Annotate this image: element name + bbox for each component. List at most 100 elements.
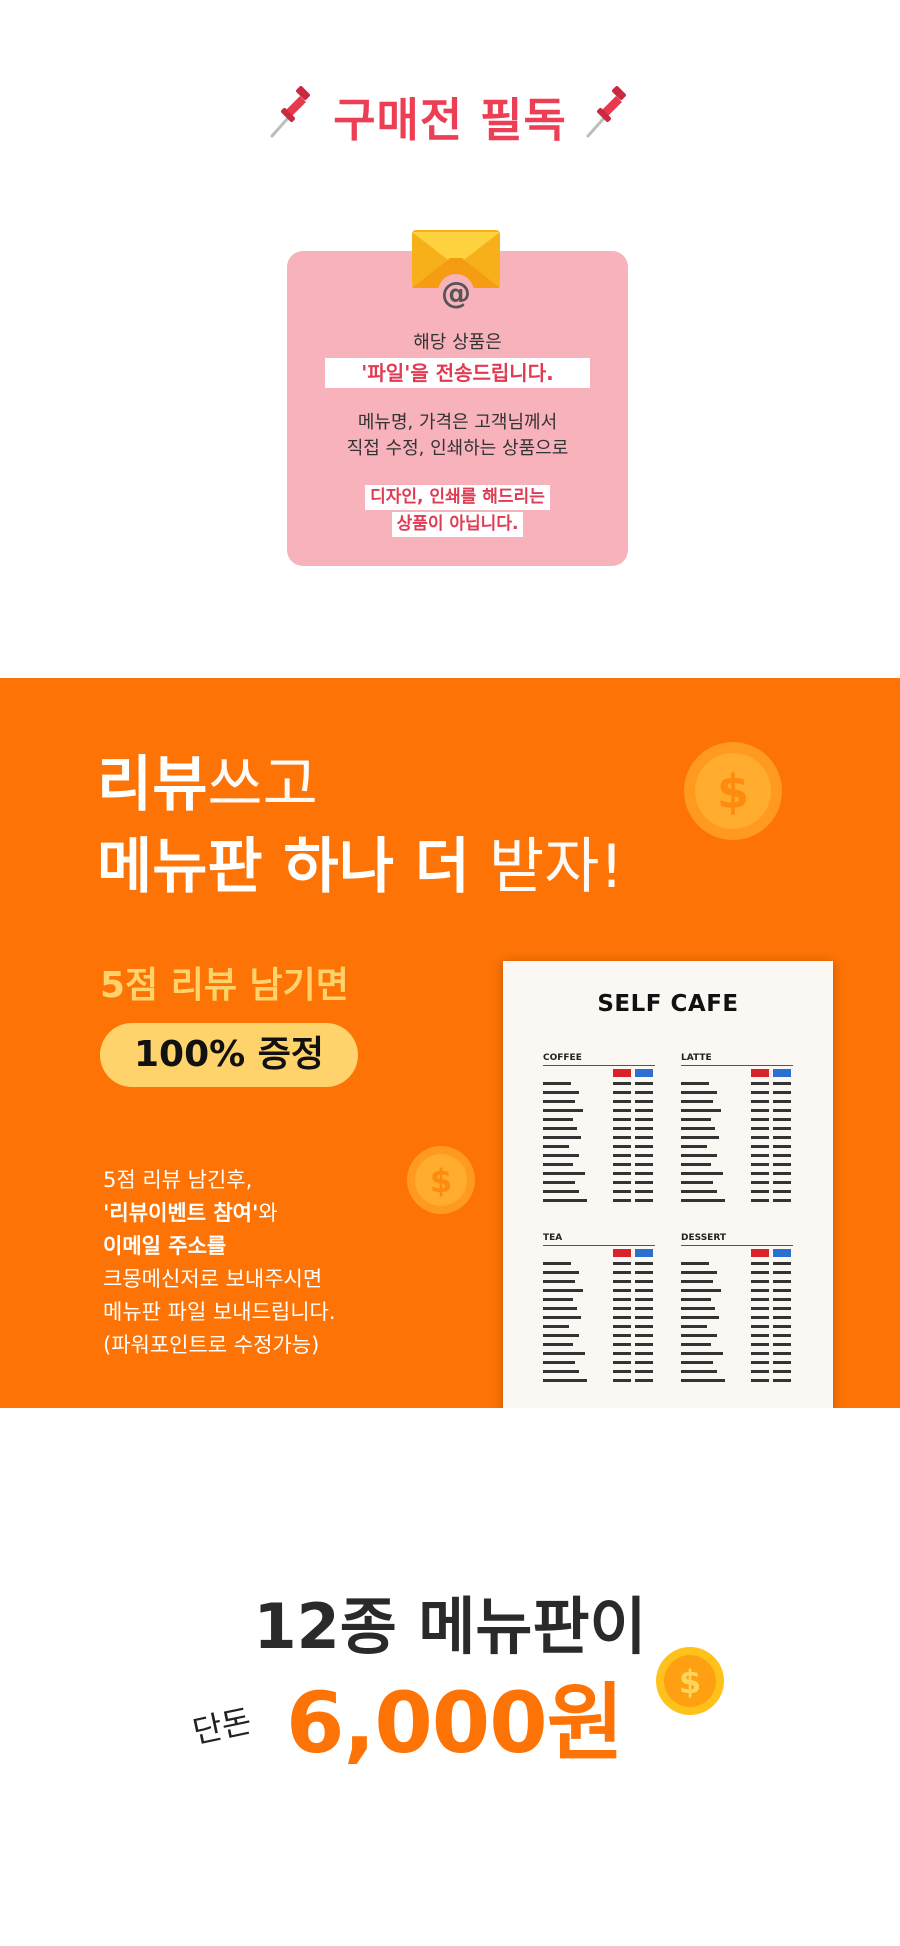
- menu-item-row: [681, 1106, 793, 1115]
- notice-warning: 디자인, 인쇄를 해드리는: [365, 485, 550, 510]
- menu-item-row: [543, 1142, 655, 1151]
- menu-item-row: [543, 1178, 655, 1187]
- price-headline: 12종 메뉴판이: [253, 1590, 647, 1663]
- menu-item-row: [681, 1133, 793, 1142]
- menu-item-row: [543, 1160, 655, 1169]
- menu-item-row: [681, 1151, 793, 1160]
- instruction-line: 와: [258, 1201, 278, 1225]
- price-section: 12종 메뉴판이 단돈 6,000원 $: [0, 1408, 900, 1946]
- menu-item-row: [543, 1286, 655, 1295]
- menu-item-row: [681, 1097, 793, 1106]
- menu-item-row: [543, 1097, 655, 1106]
- notice-section: 구매전 필독 @ 해당 상품은 '파일'을 전송드립니다. 메뉴명, 가격은 고…: [0, 0, 900, 678]
- menu-item-row: [681, 1376, 793, 1385]
- menu-item-row: [543, 1151, 655, 1160]
- menu-item-row: [681, 1187, 793, 1196]
- review-event-headline: 리뷰쓰고 메뉴판 하나 더 받자!: [97, 744, 624, 908]
- menu-item-row: [681, 1286, 793, 1295]
- notice-line: 메뉴명, 가격은 고객님께서: [357, 412, 558, 433]
- menu-item-row: [681, 1088, 793, 1097]
- dollar-coin-icon: $: [656, 1647, 724, 1715]
- coin-symbol: $: [717, 765, 749, 819]
- menu-item-row: [543, 1277, 655, 1286]
- instruction-emphasis: 이메일 주소를: [103, 1234, 227, 1258]
- notice-highlight: '파일'을 전송드립니다.: [325, 358, 590, 388]
- menu-item-row: [681, 1331, 793, 1340]
- menu-item-row: [681, 1313, 793, 1322]
- menu-item-row: [543, 1259, 655, 1268]
- menu-item-row: [543, 1340, 655, 1349]
- menu-item-row: [543, 1124, 655, 1133]
- menu-section: DESSERT: [681, 1233, 793, 1385]
- price-amount: 6,000원: [286, 1674, 624, 1772]
- menu-item-row: [681, 1277, 793, 1286]
- menu-item-row: [543, 1349, 655, 1358]
- menu-item-row: [681, 1259, 793, 1268]
- menu-item-row: [681, 1079, 793, 1088]
- gift-badge: 100% 증정: [100, 1023, 358, 1087]
- instruction-line: 메뉴판 파일 보내드립니다.: [103, 1300, 336, 1324]
- headline-light: 받자!: [469, 832, 624, 902]
- menu-item-row: [543, 1088, 655, 1097]
- menu-item-row: [681, 1322, 793, 1331]
- review-condition: 5점 리뷰 남기면: [100, 965, 349, 1006]
- menu-item-row: [543, 1304, 655, 1313]
- instruction-line: 크몽메신저로 보내주시면: [103, 1267, 323, 1291]
- review-event-section: 리뷰쓰고 메뉴판 하나 더 받자! $ 5점 리뷰 남기면 100% 증정 $ …: [0, 678, 900, 1408]
- menu-item-row: [681, 1124, 793, 1133]
- headline-bold: 리뷰: [97, 750, 208, 820]
- menu-item-row: [681, 1295, 793, 1304]
- notice-line: 직접 수정, 인쇄하는 상품으로: [346, 438, 569, 459]
- instruction-line: 5점 리뷰 남긴후,: [103, 1168, 253, 1192]
- svg-text:$: $: [679, 1663, 701, 1701]
- email-envelope-icon: @: [412, 230, 500, 311]
- svg-text:@: @: [441, 276, 471, 311]
- menu-section-title: DESSERT: [681, 1233, 793, 1246]
- menu-section-title: TEA: [543, 1233, 655, 1246]
- menu-item-row: [543, 1115, 655, 1124]
- notice-text: 해당 상품은 '파일'을 전송드립니다. 메뉴명, 가격은 고객님께서 직접 수…: [287, 330, 628, 538]
- dollar-coin-icon: $: [407, 1146, 475, 1214]
- dollar-coin-icon: $: [684, 742, 782, 840]
- menu-item-row: [681, 1367, 793, 1376]
- menu-item-row: [543, 1322, 655, 1331]
- menu-item-row: [681, 1178, 793, 1187]
- menu-item-row: [543, 1367, 655, 1376]
- instruction-note: (파워포인트로 수정가능): [103, 1333, 320, 1357]
- svg-text:$: $: [430, 1162, 452, 1200]
- menu-item-row: [543, 1331, 655, 1340]
- menu-board-preview: SELF CAFE COFFEE LATTE TEA DESSERT: [503, 961, 833, 1408]
- menu-section: LATTE: [681, 1053, 793, 1205]
- menu-item-row: [681, 1268, 793, 1277]
- headline-light: 쓰고: [207, 750, 318, 820]
- price-prefix: 단돈: [189, 1701, 255, 1752]
- notice-warning: 상품이 아닙니다.: [391, 512, 524, 537]
- menu-item-row: [681, 1196, 793, 1205]
- notice-title: 구매전 필독: [333, 93, 567, 147]
- menu-item-row: [543, 1106, 655, 1115]
- menu-item-row: [681, 1169, 793, 1178]
- menu-item-row: [681, 1160, 793, 1169]
- menu-item-row: [543, 1295, 655, 1304]
- menu-item-row: [543, 1169, 655, 1178]
- menu-item-row: [543, 1187, 655, 1196]
- menu-item-row: [543, 1358, 655, 1367]
- review-instructions: 5점 리뷰 남긴후, '리뷰이벤트 참여'와 이메일 주소를 크몽메신저로 보내…: [103, 1164, 336, 1362]
- instruction-emphasis: '리뷰이벤트 참여': [103, 1201, 259, 1225]
- menu-item-row: [681, 1340, 793, 1349]
- menu-item-row: [543, 1196, 655, 1205]
- headline-bold: 메뉴판 하나 더: [97, 832, 470, 902]
- menu-item-row: [681, 1115, 793, 1124]
- menu-item-row: [543, 1268, 655, 1277]
- menu-section: COFFEE: [543, 1053, 655, 1205]
- menu-section: TEA: [543, 1233, 655, 1385]
- notice-line: 해당 상품은: [413, 332, 502, 353]
- menu-item-row: [681, 1349, 793, 1358]
- menu-item-row: [681, 1142, 793, 1151]
- menu-section-title: LATTE: [681, 1053, 793, 1066]
- menu-board-title: SELF CAFE: [597, 991, 739, 1017]
- menu-item-row: [543, 1313, 655, 1322]
- menu-item-row: [543, 1133, 655, 1142]
- menu-item-row: [681, 1358, 793, 1367]
- menu-item-row: [543, 1079, 655, 1088]
